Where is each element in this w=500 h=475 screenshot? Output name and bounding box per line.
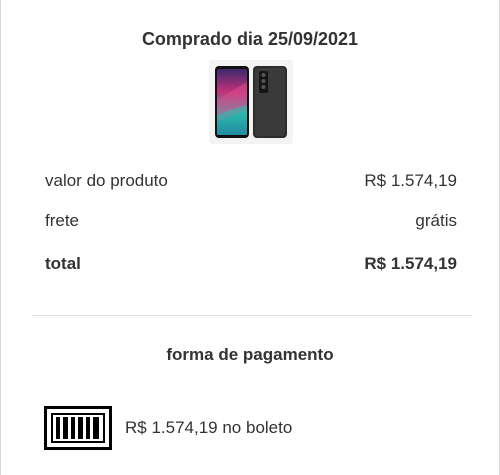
section-divider — [32, 315, 472, 316]
payment-method-text: R$ 1.574,19 no boleto — [125, 418, 293, 437]
product-value-row: valor do produto R$ 1.574,19 — [45, 171, 457, 191]
shipping-amount: grátis — [415, 211, 457, 230]
total-label: total — [45, 254, 81, 273]
total-row: total R$ 1.574,19 — [45, 254, 457, 274]
purchase-summary-card: Comprado dia 25/09/2021 valor do produto… — [0, 0, 500, 475]
purchase-date-title: Comprado dia 25/09/2021 — [141, 29, 359, 49]
shipping-row: frete grátis — [45, 211, 457, 231]
barcode-boleto-icon — [44, 406, 112, 450]
phone-product-image — [215, 66, 287, 138]
total-amount: R$ 1.574,19 — [364, 254, 457, 273]
shipping-label: frete — [45, 211, 80, 230]
product-image[interactable] — [209, 60, 293, 144]
payment-method-title: forma de pagamento — [166, 345, 334, 364]
product-value-label: valor do produto — [45, 171, 168, 190]
product-value-amount: R$ 1.574,19 — [364, 171, 457, 190]
